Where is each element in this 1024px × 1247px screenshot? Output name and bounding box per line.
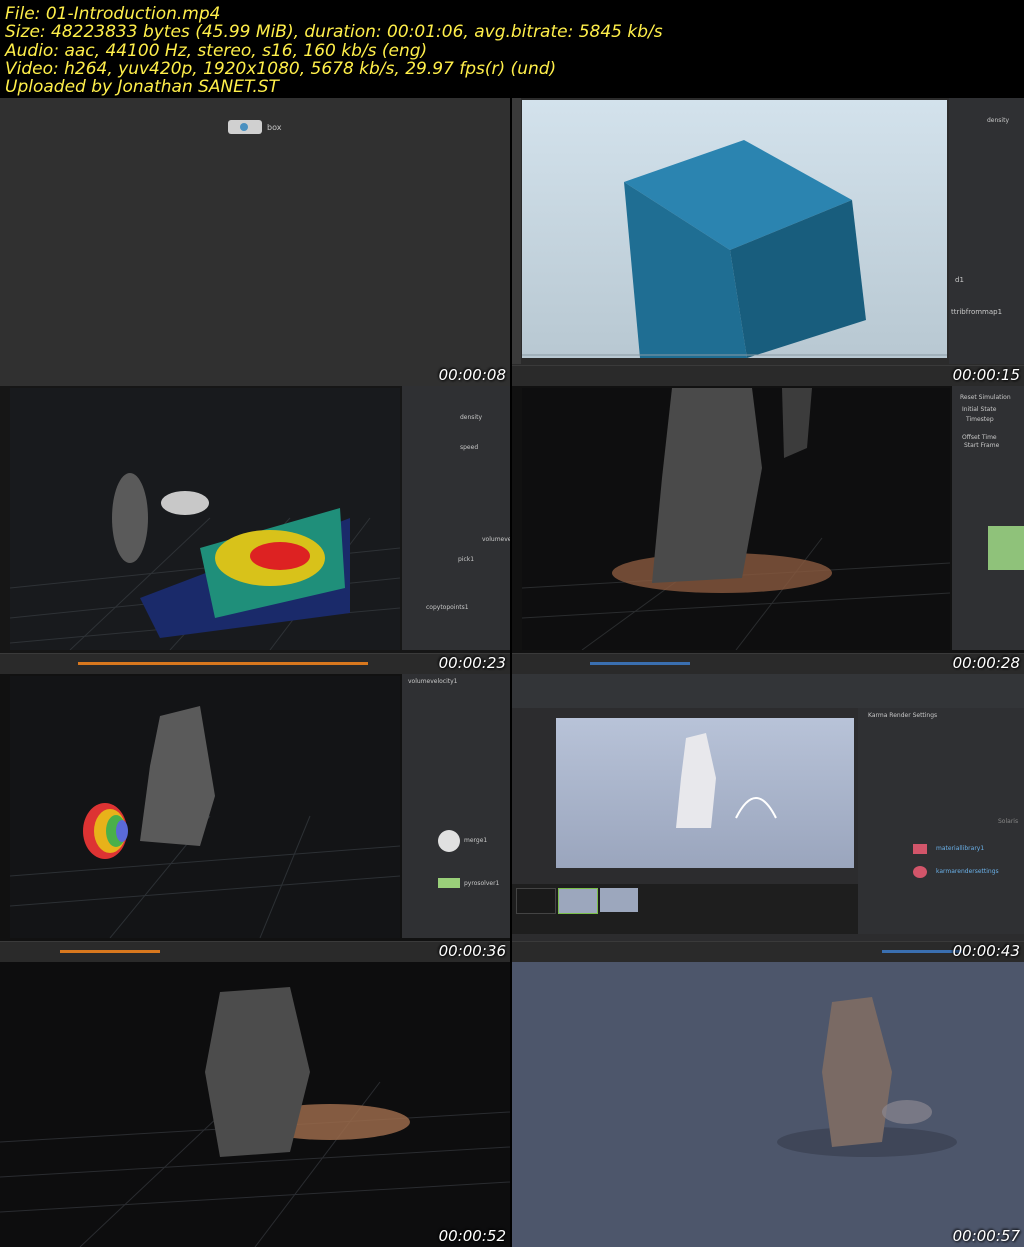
left-toolbar	[512, 98, 521, 364]
thumbnail-6[interactable]: Karma Render Settings materiallibrary1 k…	[512, 674, 1024, 962]
node-karmarendersettings: karmarendersettings	[936, 868, 999, 875]
param-speed: speed	[460, 444, 479, 451]
snapshot-3[interactable]	[600, 888, 638, 912]
snapshot-2[interactable]	[558, 888, 598, 914]
node-d1: d1	[955, 276, 964, 284]
thumbnail-8[interactable]: 00:00:57	[512, 962, 1024, 1247]
viewport[interactable]	[522, 388, 950, 650]
timestamp-5: 00:00:36	[438, 942, 506, 960]
node-pick1: pick1	[458, 556, 475, 563]
timestamp-1: 00:00:08	[438, 366, 506, 384]
timestamp-7: 00:00:52	[438, 1227, 506, 1245]
node-attribfrommap: ttribfrommap1	[951, 308, 1003, 316]
karma-settings-panel: Karma Render Settings materiallibrary1 k…	[858, 708, 1024, 934]
param-timestep: Timestep	[966, 416, 994, 423]
node-panel: volumevelocity1 merge1 pyrosolver1	[402, 674, 510, 938]
creature-scene	[522, 388, 950, 650]
grid-floor	[10, 473, 400, 650]
timestamp-4: 00:00:28	[952, 654, 1020, 672]
timeline-bar[interactable]	[512, 941, 1024, 962]
timestamp-6: 00:00:43	[952, 942, 1020, 960]
timeline-bar[interactable]	[0, 941, 510, 962]
material-node-icon[interactable]	[913, 844, 927, 854]
thumbnail-3[interactable]: density speed pick1 copytopoints1 volume…	[0, 386, 510, 674]
solaris-label: Solaris	[998, 818, 1019, 825]
param-density: density	[460, 414, 482, 421]
node-merge1: merge1	[464, 837, 488, 844]
param-offset-time: Offset Time	[962, 434, 997, 441]
parameter-panel: density d1 ttribfrommap1	[949, 98, 1024, 364]
karma-node-icon[interactable]	[913, 866, 927, 878]
timestamp-3: 00:00:23	[438, 654, 506, 672]
timeline-bar[interactable]	[0, 653, 510, 674]
param-initial-state: Initial State	[962, 406, 997, 413]
timeline-bar[interactable]	[512, 365, 1024, 386]
green-node-box	[988, 526, 1024, 570]
thumbnail-1[interactable]: box 00:00:08	[0, 98, 510, 386]
thumbnail-5[interactable]: volumevelocity1 merge1 pyrosolver1 00:00…	[0, 674, 510, 962]
thumbnail-4[interactable]: Reset Simulation Initial State Timestep …	[512, 386, 1024, 674]
render-view[interactable]	[556, 718, 854, 868]
viewport[interactable]	[10, 388, 400, 650]
box-node-label: box	[267, 123, 282, 132]
file-info-header: File: 01-Introduction.mp4 Size: 48223833…	[0, 0, 1024, 97]
node-materiallibrary1: materiallibrary1	[936, 845, 985, 852]
parameter-panel: Reset Simulation Initial State Timestep …	[952, 386, 1024, 650]
box-node-icon	[240, 123, 248, 131]
final-render-2	[777, 997, 957, 1157]
thumbnail-7[interactable]: 00:00:52	[0, 962, 510, 1247]
viewport[interactable]	[522, 100, 947, 358]
node-volumevelocity1: volumevelocity1	[408, 678, 458, 685]
snapshot-1[interactable]	[516, 888, 556, 914]
menu-bar	[512, 674, 1024, 708]
karma-settings-title: Karma Render Settings	[868, 712, 938, 719]
node-volumevelo: volumevelo	[482, 536, 510, 543]
node-pyrosolver1: pyrosolver1	[464, 880, 500, 887]
reset-simulation-button[interactable]: Reset Simulation	[960, 394, 1011, 401]
timeline-bar[interactable]	[512, 653, 1024, 674]
timestamp-8: 00:00:57	[952, 1227, 1020, 1245]
snapshot-strip	[512, 884, 858, 934]
rainbow-scene	[10, 706, 400, 938]
uploader-text: Uploaded by Jonathan SANET.ST	[5, 77, 279, 97]
render-creature	[676, 733, 777, 828]
parameter-panel: density speed pick1 copytopoints1 volume…	[402, 386, 510, 650]
cube-svg	[522, 140, 947, 358]
thumbnail-2[interactable]: density d1 ttribfrommap1 00:00:15	[512, 98, 1024, 386]
param-density: density	[987, 117, 1009, 124]
merge-node[interactable]	[438, 830, 460, 852]
viewport[interactable]	[10, 676, 400, 938]
param-start-frame: Start Frame	[964, 442, 1000, 449]
final-render-1	[0, 987, 510, 1247]
timestamp-2: 00:00:15	[952, 366, 1020, 384]
pyrosolver-node[interactable]	[438, 878, 460, 888]
box-node[interactable]	[228, 120, 262, 134]
node-copytopoints1: copytopoints1	[426, 604, 469, 611]
